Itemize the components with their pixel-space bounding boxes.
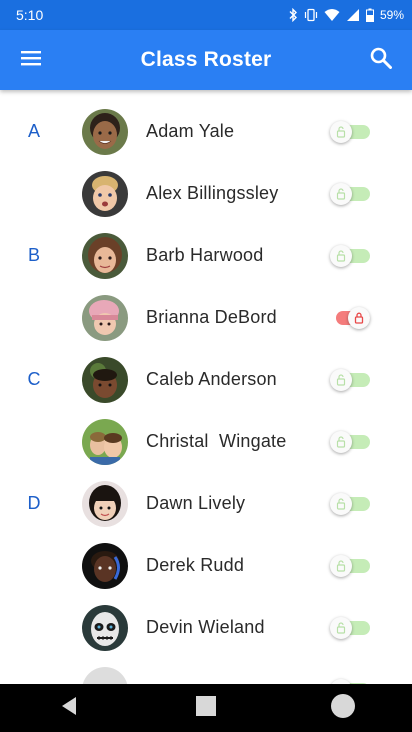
avatar [82,109,128,155]
battery-icon [365,8,374,22]
student-row-partial[interactable] [0,659,412,684]
student-row[interactable]: C Caleb Anderson [0,349,412,411]
app-bar: Class Roster [0,30,412,90]
lock-toggle[interactable] [330,369,372,391]
lock-toggle[interactable] [330,183,372,205]
bluetooth-icon [288,8,298,22]
lock-open-icon [330,369,352,391]
avatar [82,481,128,527]
lock-toggle[interactable] [330,121,372,143]
student-name: Brianna DeBord [146,307,277,327]
student-row[interactable]: Derek Rudd [0,535,412,597]
section-letter: C [27,369,41,389]
student-row[interactable]: Devin Wieland [0,597,412,659]
student-row[interactable]: B Barb Harwood [0,225,412,287]
lock-toggle[interactable] [330,617,372,639]
signal-icon [346,8,360,22]
back-button[interactable] [39,684,99,732]
lock-open-icon [330,183,352,205]
menu-icon [21,50,41,71]
student-row[interactable]: Alex Billingssley [0,163,412,225]
lock-closed-icon [348,307,370,329]
back-icon [59,695,79,722]
lock-open-icon [330,555,352,577]
student-row[interactable]: A Adam Yale [0,101,412,163]
lock-open-icon [330,617,352,639]
avatar [82,171,128,217]
navigation-bar [0,684,412,732]
student-row[interactable]: D Dawn Lively [0,473,412,535]
student-name: Barb Harwood [146,245,264,265]
section-letter: A [27,121,40,141]
lock-open-icon [330,493,352,515]
student-name: Alex Billingssley [146,183,279,203]
status-time: 5:10 [16,7,44,23]
section-letter: D [27,493,41,513]
app-screen: 5:10 59% Class Roster A Adam Yale Alex B… [0,0,412,732]
search-button[interactable] [350,30,412,90]
avatar [82,295,128,341]
avatar [82,233,128,279]
lock-toggle[interactable] [330,555,372,577]
status-bar: 5:10 59% [0,0,412,30]
avatar [82,543,128,589]
student-name: Derek Rudd [146,555,245,575]
student-row[interactable]: Brianna DeBord [0,287,412,349]
avatar [82,667,128,684]
avatar [82,357,128,403]
student-name: Adam Yale [146,121,235,141]
lock-toggle[interactable] [330,307,372,329]
student-name: Caleb Anderson [146,369,277,389]
student-row[interactable]: Christal Wingate [0,411,412,473]
student-name: Christal Wingate [146,431,287,451]
search-icon [370,47,392,74]
avatar [82,419,128,465]
avatar [82,605,128,651]
lock-toggle[interactable] [330,431,372,453]
student-name: Devin Wieland [146,617,265,637]
section-letter: B [27,245,40,265]
menu-button[interactable] [0,30,62,90]
lock-open-icon [330,121,352,143]
student-name: Dawn Lively [146,493,246,513]
lock-toggle[interactable] [330,493,372,515]
battery-level: 59% [379,8,404,22]
page-title: Class Roster [140,48,272,71]
status-icons: 59% [288,8,404,22]
wifi-icon [324,8,340,22]
lock-open-icon [330,245,352,267]
lock-toggle[interactable] [330,245,372,267]
student-list: A Adam Yale Alex Billingssley B Barb Har… [0,90,412,684]
overview-button[interactable] [313,684,373,732]
overview-icon [330,693,356,724]
home-button[interactable] [176,684,236,732]
home-icon [195,695,217,722]
vibrate-icon [304,8,318,22]
lock-open-icon [330,431,352,453]
